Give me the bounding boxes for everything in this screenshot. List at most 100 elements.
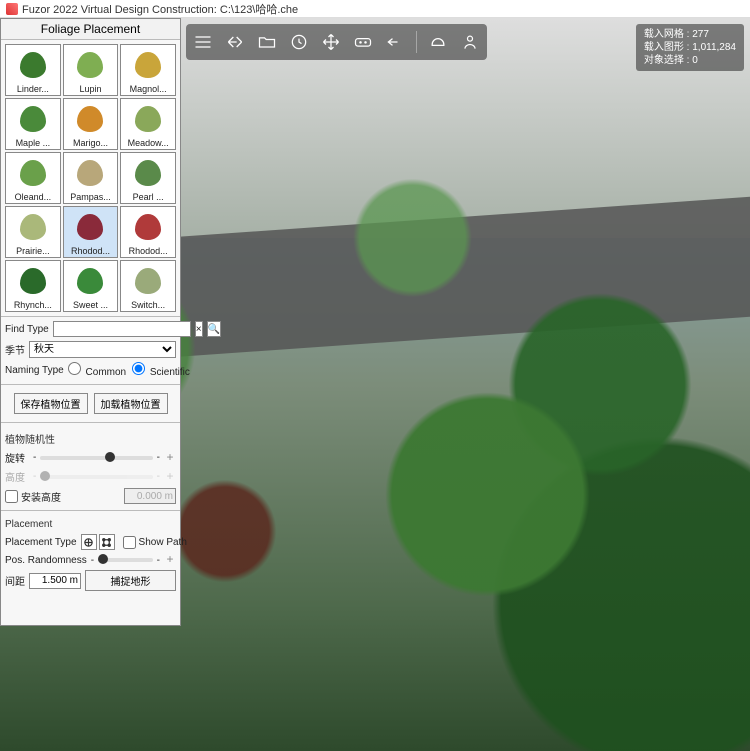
- season-row: 季节 秋天: [5, 341, 176, 358]
- foliage-item-label: Oleand...: [6, 192, 60, 203]
- pos-randomness-plus-icon[interactable]: +: [164, 554, 176, 566]
- rotate-label: 旋转: [5, 450, 29, 465]
- clear-icon[interactable]: ×: [195, 321, 203, 337]
- menu-icon[interactable]: [192, 31, 214, 53]
- placement-point-icon[interactable]: [81, 534, 97, 550]
- snap-terrain-button[interactable]: 捕捉地形: [85, 570, 176, 591]
- find-type-row: Find Type × 🔍: [5, 321, 176, 337]
- stats-row-selection: 对象选择 : 0: [644, 54, 736, 67]
- season-label: 季节: [5, 342, 25, 357]
- foliage-item-label: Switch...: [121, 300, 175, 311]
- panel-title: Foliage Placement: [1, 19, 180, 40]
- app-logo-icon: [6, 3, 18, 15]
- foliage-item-label: Pearl ...: [121, 192, 175, 203]
- foliage-thumb-icon: [6, 45, 60, 84]
- foliage-item-label: Sweet ...: [64, 300, 118, 311]
- move-icon[interactable]: [320, 31, 342, 53]
- foliage-item-label: Magnol...: [121, 84, 175, 95]
- person-icon[interactable]: [459, 31, 481, 53]
- foliage-item[interactable]: Marigo...: [63, 98, 119, 150]
- placement-title: Placement: [5, 519, 176, 530]
- foliage-grid-wrap: Linder... LupinMagnol... Maple ... Marigo..…: [1, 40, 180, 317]
- foliage-thumb-icon: [121, 261, 175, 300]
- foliage-thumb-icon: [64, 153, 118, 192]
- clock-icon[interactable]: [288, 31, 310, 53]
- foliage-item[interactable]: Linder...: [5, 44, 61, 96]
- foliage-item[interactable]: Oleand...: [5, 152, 61, 204]
- foliage-item[interactable]: Switch...: [120, 260, 176, 312]
- workspace: 载入网格 : 277 载入图形 : 1,011,284 对象选择 : 0 Fol…: [0, 18, 750, 751]
- separator: [1, 510, 180, 511]
- foliage-thumb-icon: [64, 45, 118, 84]
- naming-scientific-radio[interactable]: Scientific: [132, 362, 190, 378]
- load-positions-button[interactable]: 加载植物位置: [94, 393, 168, 414]
- spacing-row: 间距 捕捉地形: [5, 570, 176, 591]
- height-label: 高度: [5, 469, 29, 484]
- undo-icon[interactable]: [384, 31, 406, 53]
- folder-open-icon[interactable]: [256, 31, 278, 53]
- find-type-label: Find Type: [5, 324, 49, 335]
- rotate-slider-row: 旋转 - - +: [5, 450, 176, 465]
- height-slider: [40, 475, 152, 479]
- save-load-row: 保存植物位置 加载植物位置: [5, 393, 176, 414]
- foliage-thumb-icon: [121, 153, 175, 192]
- foliage-item[interactable]: Magnol...: [120, 44, 176, 96]
- foliage-item[interactable]: Prairie...: [5, 206, 61, 258]
- install-height-input: [124, 488, 176, 504]
- height-slider-row: 高度 - - +: [5, 469, 176, 484]
- foliage-item-label: Maple ...: [6, 138, 60, 149]
- foliage-item-label: Marigo...: [64, 138, 118, 149]
- randomness-title: 植物随机性: [5, 431, 176, 446]
- foliage-grid: Linder... LupinMagnol... Maple ... Marigo..…: [5, 44, 176, 312]
- foliage-thumb-icon: [6, 153, 60, 192]
- foliage-item-label: Meadow...: [121, 138, 175, 149]
- foliage-item-label: Lupin: [64, 84, 118, 95]
- foliage-item[interactable]: Maple ...: [5, 98, 61, 150]
- main-toolbar: [186, 24, 487, 60]
- foliage-item-label: Linder...: [6, 84, 60, 95]
- foliage-item[interactable]: Rhynch...: [5, 260, 61, 312]
- navigate-icon[interactable]: [224, 31, 246, 53]
- rotate-plus-icon[interactable]: +: [164, 452, 176, 464]
- foliage-item-label: Rhodod...: [121, 246, 175, 257]
- pos-randomness-slider[interactable]: [98, 558, 153, 562]
- pos-randomness-row: Pos. Randomness - - +: [5, 554, 176, 566]
- foliage-thumb-icon: [121, 99, 175, 138]
- stats-row-meshes: 载入网格 : 277: [644, 28, 736, 41]
- spacing-input[interactable]: [29, 573, 81, 589]
- search-icon[interactable]: 🔍: [207, 321, 221, 337]
- placement-area-icon[interactable]: [99, 534, 115, 550]
- naming-type-row: Naming Type Common Scientific: [5, 362, 176, 378]
- foliage-item-label: Pampas...: [64, 192, 118, 203]
- foliage-thumb-icon: [121, 45, 175, 84]
- foliage-item[interactable]: Lupin: [63, 44, 119, 96]
- install-height-row: 安装高度: [5, 488, 176, 504]
- foliage-item-label: Rhodod...: [64, 246, 118, 257]
- foliage-item[interactable]: Meadow...: [120, 98, 176, 150]
- show-path-checkbox[interactable]: Show Path: [123, 536, 187, 549]
- spacing-label: 间距: [5, 573, 25, 588]
- separator: [1, 422, 180, 423]
- helmet-icon[interactable]: [427, 31, 449, 53]
- foliage-item[interactable]: Rhodod...: [120, 206, 176, 258]
- vr-icon[interactable]: [352, 31, 374, 53]
- foliage-item[interactable]: Pearl ...: [120, 152, 176, 204]
- foliage-thumb-icon: [121, 207, 175, 246]
- rotate-slider[interactable]: [40, 456, 152, 460]
- save-positions-button[interactable]: 保存植物位置: [14, 393, 88, 414]
- find-type-input[interactable]: [53, 321, 191, 337]
- toolbar-separator: [416, 31, 417, 53]
- title-text: Fuzor 2022 Virtual Design Construction: …: [22, 1, 298, 17]
- foliage-item[interactable]: Rhodod...: [63, 206, 119, 258]
- foliage-thumb-icon: [64, 261, 118, 300]
- foliage-item[interactable]: Sweet ...: [63, 260, 119, 312]
- foliage-thumb-icon: [6, 99, 60, 138]
- foliage-placement-panel: Foliage Placement Linder... LupinMagnol..…: [0, 18, 181, 626]
- foliage-item[interactable]: Pampas...: [63, 152, 119, 204]
- install-height-checkbox[interactable]: 安装高度: [5, 489, 61, 504]
- season-select[interactable]: 秋天: [29, 341, 176, 358]
- naming-common-radio[interactable]: Common: [68, 362, 126, 378]
- stats-row-graphics: 载入图形 : 1,011,284: [644, 41, 736, 54]
- titlebar: Fuzor 2022 Virtual Design Construction: …: [0, 0, 750, 18]
- foliage-item-label: Prairie...: [6, 246, 60, 257]
